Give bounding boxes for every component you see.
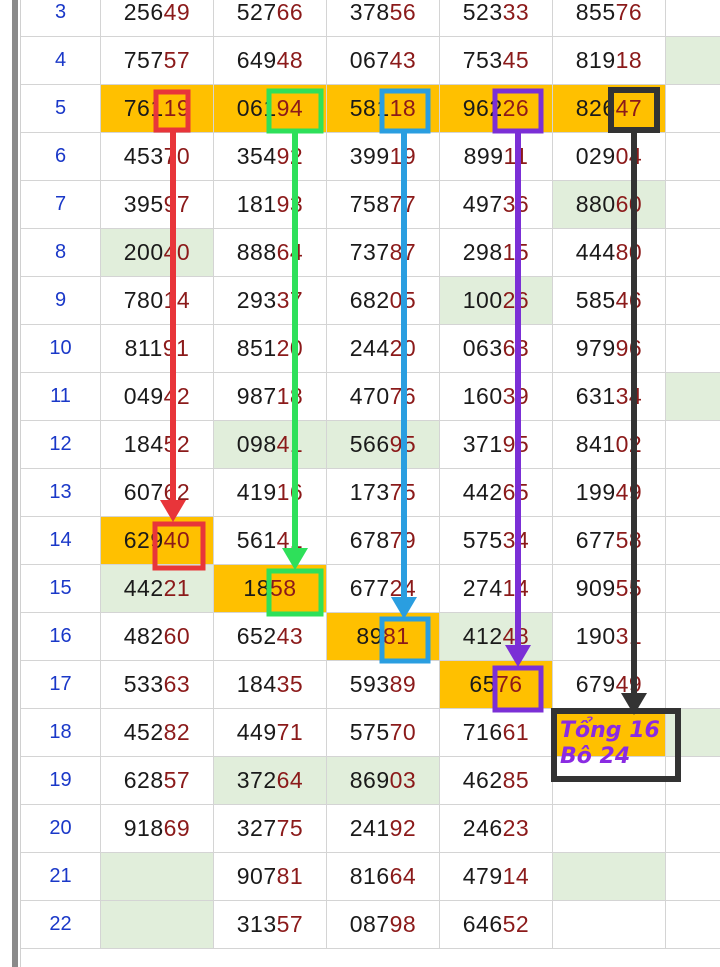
green-box-end (266, 568, 324, 617)
red-arrowhead (160, 500, 186, 522)
sum-annotation-line1: Tổng 16 (560, 718, 660, 743)
red-box-start (153, 89, 191, 133)
blue-box-end (379, 616, 431, 664)
sum-annotation: Tổng 16 Bô 24 (560, 718, 680, 770)
blue-box-start (379, 88, 431, 134)
purple-arrowhead (505, 645, 531, 667)
purple-box-end (492, 665, 544, 713)
black-box-start (608, 87, 660, 133)
green-box-start (266, 88, 324, 134)
blue-arrowhead (391, 597, 417, 619)
green-arrowhead (282, 548, 308, 570)
annotation-overlay (152, 87, 681, 782)
purple-box-start (492, 88, 544, 134)
sum-annotation-line2: Bô 24 (560, 744, 631, 769)
red-box-end (152, 521, 206, 571)
